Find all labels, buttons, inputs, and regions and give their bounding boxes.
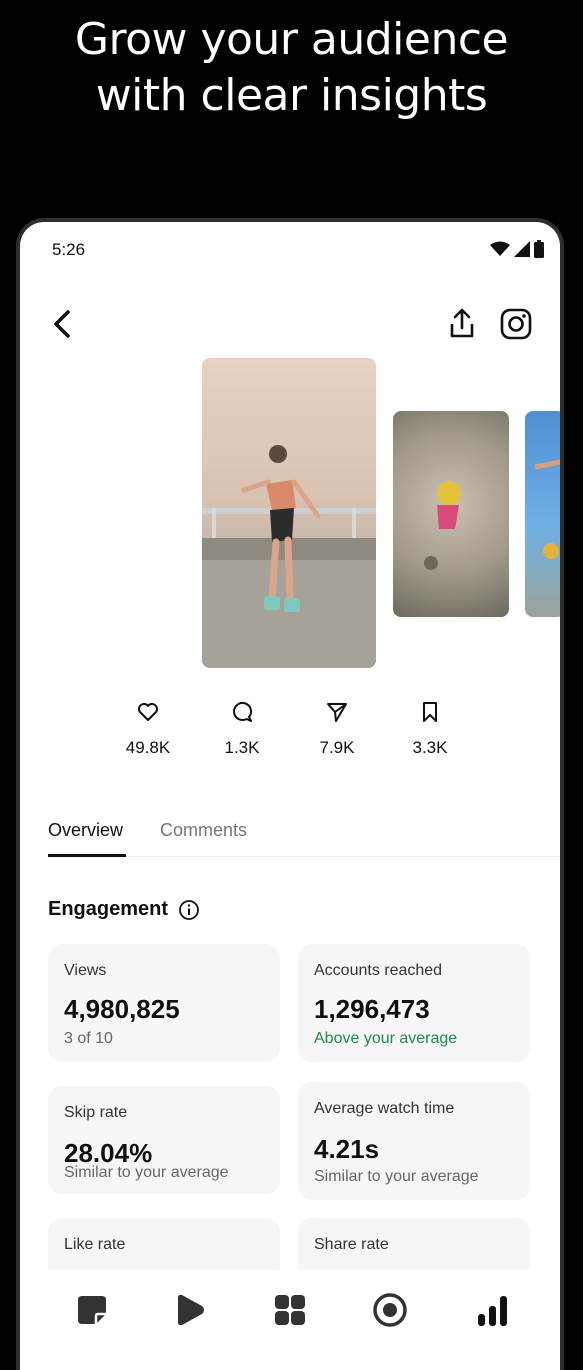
nav-reels[interactable] bbox=[170, 1290, 210, 1330]
like-rate-label: Like rate bbox=[64, 1236, 126, 1253]
send-icon bbox=[327, 703, 347, 722]
heart-icon bbox=[138, 703, 158, 721]
signal-icon bbox=[514, 241, 530, 257]
grid-icon bbox=[275, 1295, 305, 1325]
jump-image bbox=[534, 459, 560, 559]
comment-icon bbox=[233, 701, 252, 722]
saves-count: 3.3K bbox=[412, 738, 448, 757]
share-icon bbox=[450, 308, 474, 338]
views-rank: 3 of 10 bbox=[64, 1030, 113, 1047]
share-rate-label: Share rate bbox=[314, 1236, 389, 1253]
play-icon bbox=[178, 1294, 204, 1326]
reel-thumbnail-selected[interactable] bbox=[202, 358, 376, 668]
headline-line-2: with clear insights bbox=[95, 70, 488, 121]
accounts-reached-card[interactable]: Accounts reached 1,296,473 Above your av… bbox=[298, 944, 530, 1062]
phone-frame: 5:26 49.8K 1.3K 7.9K 3.3K Overview Comme… bbox=[16, 218, 564, 1370]
status-icons bbox=[490, 240, 544, 258]
bottom-nav bbox=[20, 1270, 560, 1360]
average-watch-time-comparison: Similar to your average bbox=[314, 1168, 479, 1185]
nav-grid[interactable] bbox=[270, 1290, 310, 1330]
average-watch-time-label: Average watch time bbox=[314, 1100, 455, 1117]
headline: Grow your audience with clear insights bbox=[0, 12, 583, 124]
headline-line-1: Grow your audience bbox=[74, 14, 509, 65]
share-button[interactable] bbox=[446, 306, 478, 342]
saves-stat: 3.3K bbox=[390, 700, 470, 758]
insights-icon bbox=[478, 1296, 507, 1326]
tab-overview[interactable]: Overview bbox=[48, 820, 123, 841]
bookmark-icon bbox=[423, 702, 437, 722]
average-watch-time-value: 4.21s bbox=[314, 1134, 380, 1164]
reel-thumbnail-3[interactable] bbox=[525, 411, 560, 617]
instagram-button[interactable] bbox=[498, 306, 534, 342]
back-icon bbox=[54, 310, 70, 338]
accounts-reached-label: Accounts reached bbox=[314, 962, 443, 979]
views-card[interactable]: Views 4,980,825 3 of 10 bbox=[48, 944, 280, 1062]
nav-insights[interactable] bbox=[472, 1290, 512, 1330]
tab-active-indicator bbox=[48, 854, 126, 857]
battery-icon bbox=[534, 240, 544, 258]
skip-rate-card[interactable]: Skip rate 28.04% Similar to your average bbox=[48, 1086, 280, 1194]
record-icon bbox=[373, 1293, 407, 1327]
likes-count: 49.8K bbox=[125, 738, 171, 757]
instagram-icon bbox=[500, 308, 532, 340]
likes-stat: 49.8K bbox=[108, 700, 188, 758]
status-time: 5:26 bbox=[52, 240, 86, 259]
views-label: Views bbox=[64, 962, 107, 979]
engagement-title: Engagement bbox=[48, 898, 169, 920]
reel-thumbnail-2[interactable] bbox=[393, 411, 509, 617]
skater-image bbox=[202, 445, 376, 668]
shares-count: 7.9K bbox=[319, 738, 355, 757]
nav-stickers[interactable] bbox=[72, 1290, 112, 1330]
stickers-icon bbox=[78, 1296, 106, 1324]
helmet-image bbox=[424, 481, 461, 570]
views-value: 4,980,825 bbox=[64, 994, 180, 1024]
wifi-icon bbox=[490, 241, 510, 256]
shares-stat: 7.9K bbox=[297, 700, 377, 758]
average-watch-time-card[interactable]: Average watch time 4.21s Similar to your… bbox=[298, 1082, 530, 1200]
back-button[interactable] bbox=[48, 306, 76, 342]
skip-rate-comparison: Similar to your average bbox=[64, 1164, 229, 1181]
skip-rate-label: Skip rate bbox=[64, 1104, 128, 1121]
accounts-reached-comparison: Above your average bbox=[314, 1030, 458, 1047]
nav-record[interactable] bbox=[370, 1290, 410, 1330]
info-icon[interactable] bbox=[178, 899, 200, 921]
accounts-reached-value: 1,296,473 bbox=[314, 994, 430, 1024]
comments-count: 1.3K bbox=[224, 738, 260, 757]
tab-comments[interactable]: Comments bbox=[160, 820, 247, 841]
comments-stat: 1.3K bbox=[202, 700, 282, 758]
